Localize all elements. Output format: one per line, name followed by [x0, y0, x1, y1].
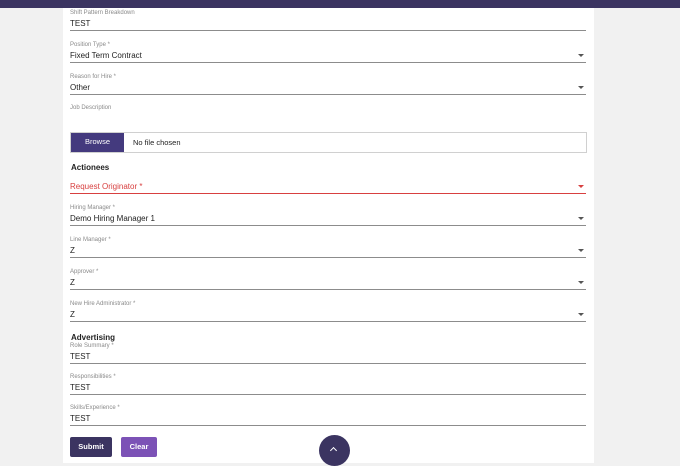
actionees-heading: Actionees — [71, 163, 110, 172]
skills-experience-value: TEST — [70, 414, 91, 423]
position-type-label: Position Type * — [70, 42, 110, 48]
position-type-value: Fixed Term Contract — [70, 51, 142, 60]
chevron-up-icon — [329, 446, 338, 455]
shift-pattern-value: TEST — [70, 19, 91, 28]
line-manager-underline — [70, 257, 586, 258]
shift-pattern-label: Shift Pattern Breakdown — [70, 10, 135, 16]
job-description-label: Job Description — [70, 105, 112, 111]
clear-button[interactable]: Clear — [121, 437, 157, 457]
dropdown-caret-icon — [578, 185, 584, 188]
reason-for-hire-underline — [70, 94, 586, 95]
dropdown-caret-icon — [578, 313, 584, 316]
dropdown-caret-icon — [578, 86, 584, 89]
hiring-manager-label: Hiring Manager * — [70, 205, 116, 211]
new-hire-admin-underline — [70, 321, 586, 322]
skills-experience-label: Skills/Experience * — [70, 405, 120, 411]
hiring-manager-value: Demo Hiring Manager 1 — [70, 214, 155, 223]
dropdown-caret-icon — [578, 217, 584, 220]
role-summary-underline — [70, 363, 586, 364]
file-upload[interactable]: Browse No file chosen — [70, 132, 587, 153]
new-hire-admin-value: Z — [70, 310, 75, 319]
responsibilities-label: Responsibilities * — [70, 374, 116, 380]
line-manager-label: Line Manager * — [70, 237, 111, 243]
skills-experience-underline — [70, 425, 586, 426]
hiring-manager-underline — [70, 225, 586, 226]
approver-value: Z — [70, 278, 75, 287]
reason-for-hire-value: Other — [70, 83, 91, 92]
scroll-to-top-button[interactable] — [319, 435, 350, 466]
responsibilities-value: TEST — [70, 383, 91, 392]
file-status-text: No file chosen — [133, 138, 181, 147]
role-summary-label: Role Summary * — [70, 343, 114, 349]
form-card: Shift Pattern Breakdown TEST Position Ty… — [63, 8, 594, 463]
dropdown-caret-icon — [578, 54, 584, 57]
new-hire-admin-label: New Hire Administrator * — [70, 301, 136, 307]
line-manager-value: Z — [70, 246, 75, 255]
approver-label: Approver * — [70, 269, 99, 275]
dropdown-caret-icon — [578, 249, 584, 252]
responsibilities-underline — [70, 394, 586, 395]
reason-for-hire-label: Reason for Hire * — [70, 74, 117, 80]
shift-pattern-underline — [70, 30, 586, 31]
request-originator-label: Request Originator * — [70, 182, 143, 191]
submit-button[interactable]: Submit — [70, 437, 112, 457]
approver-underline — [70, 289, 586, 290]
role-summary-value: TEST — [70, 352, 91, 361]
dropdown-caret-icon — [578, 281, 584, 284]
browse-button[interactable]: Browse — [71, 133, 124, 152]
request-originator-underline — [70, 193, 586, 194]
top-app-bar — [0, 0, 680, 8]
position-type-underline — [70, 62, 586, 63]
advertising-heading: Advertising — [71, 333, 116, 342]
